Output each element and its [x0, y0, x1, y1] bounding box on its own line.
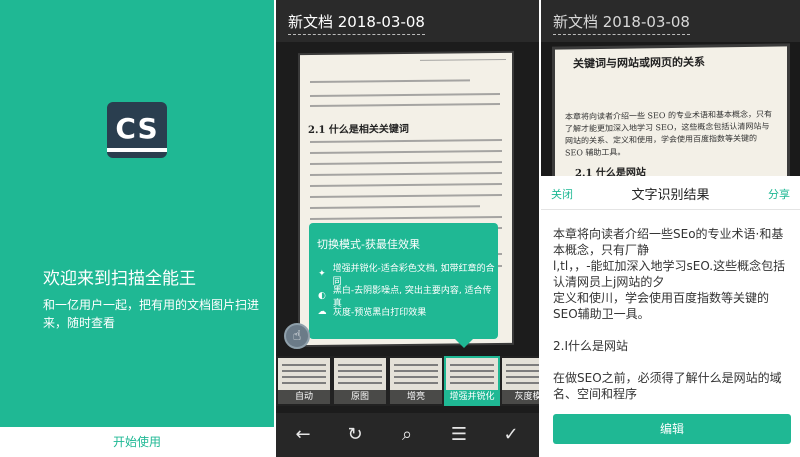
- page-rule: [420, 58, 506, 61]
- document-title[interactable]: 新文档 2018-03-08: [288, 11, 425, 35]
- edit-button[interactable]: 编辑: [553, 414, 791, 444]
- page-line: [310, 205, 480, 210]
- mode-tip-popover: 切换模式-获最佳效果 ✦ 增强并锐化-适合彩色文档, 如带红章的合同 ◐ 黑白-…: [309, 223, 498, 348]
- ocr-title: 文字识别结果: [631, 188, 710, 203]
- editor-title-bar: 新文档 2018-03-08: [276, 0, 539, 42]
- close-button[interactable]: 关闭: [551, 186, 573, 202]
- page-body: 本章将向读者介绍一些 SEO 的专业术语和基本概念，只有了解才能更加深入地学习 …: [565, 109, 772, 158]
- welcome-banner: CS 欢迎来到扫描全能王 和一亿用户一起，把有用的文档图片扫进来，随时查看: [0, 0, 274, 427]
- share-button[interactable]: 分享: [768, 186, 790, 202]
- logo-underline: [107, 148, 167, 152]
- ocr-screen: 新文档 2018-03-08 关键词与网站或网页的关系 本章将向读者介绍一些 S…: [541, 0, 800, 457]
- welcome-description: 和一亿用户一起，把有用的文档图片扫进来，随时查看: [43, 298, 260, 330]
- filter-label: 灰度模: [502, 390, 539, 404]
- tip-item-label: 灰度-预览黑白打印效果: [333, 308, 427, 318]
- page-line: [310, 171, 502, 177]
- sparkle-icon: ✦: [318, 269, 326, 279]
- page-line: [310, 93, 500, 98]
- filter-thumb-auto[interactable]: 自动: [278, 358, 330, 404]
- ocr-result-text[interactable]: 本章将向读者介绍一些SEo的专业术语·和基本概念，只有厂静 l,tl，，-能虹加…: [553, 226, 793, 402]
- cloud-icon: ☁: [317, 306, 327, 317]
- page-line: [310, 160, 502, 166]
- contrast-icon: ◐: [317, 291, 326, 301]
- scanned-page: 关键词与网站或网页的关系 本章将向读者介绍一些 SEO 的专业术语和基本概念，只…: [555, 46, 787, 180]
- page-line: [310, 103, 500, 108]
- tip-item: ☁ 灰度-预览黑白打印效果: [317, 305, 427, 319]
- welcome-headline: 欢迎来到扫描全能王: [43, 269, 196, 289]
- hand-pointer-icon: ☝: [284, 323, 310, 349]
- back-arrow-icon[interactable]: ←: [292, 424, 314, 446]
- filter-label: 增亮: [390, 390, 442, 404]
- tip-heading: 切换模式-获最佳效果: [317, 238, 420, 251]
- welcome-screen: CS 欢迎来到扫描全能王 和一亿用户一起，把有用的文档图片扫进来，随时查看 开始…: [0, 0, 274, 457]
- page-line: [310, 138, 502, 144]
- adjust-icon[interactable]: ☰: [448, 424, 470, 446]
- document-title[interactable]: 新文档 2018-03-08: [553, 11, 690, 35]
- editor-screen: 新文档 2018-03-08 2.1 什么是相关关键词 切换模式-获最佳效果 ✦…: [276, 0, 539, 457]
- start-button[interactable]: 开始使用: [0, 427, 274, 457]
- filter-label: 原图: [334, 390, 386, 404]
- rotate-icon[interactable]: ↻: [344, 424, 366, 446]
- filter-thumb-grayscale[interactable]: 灰度模: [502, 358, 539, 404]
- check-icon[interactable]: ✓: [500, 424, 522, 446]
- filter-label: 增强并锐化: [446, 390, 498, 404]
- editor-toolbar: ← ↻ ⌕ ☰ ✓: [276, 413, 539, 457]
- logo-text: CS: [115, 112, 159, 145]
- page-line: [310, 182, 502, 188]
- ocr-result-sheet: 文字识别结果 关闭 分享 本章将向读者介绍一些SEo的专业术语·和基本概念，只有…: [541, 176, 800, 457]
- filter-thumb-original[interactable]: 原图: [334, 358, 386, 404]
- app-logo: CS: [107, 102, 167, 158]
- page-heading: 关键词与网站或网页的关系: [573, 55, 705, 71]
- page-line: [310, 149, 502, 155]
- page-line: [310, 193, 502, 199]
- filter-label: 自动: [278, 390, 330, 404]
- tip-pointer: [455, 339, 473, 348]
- ocr-icon[interactable]: ⌕: [396, 424, 418, 446]
- ocr-header: 文字识别结果 关闭 分享: [541, 176, 800, 210]
- ocr-title-bar: 新文档 2018-03-08: [541, 0, 800, 42]
- page-heading: 2.1 什么是相关关键词: [308, 123, 409, 137]
- page-line: [310, 215, 502, 221]
- filter-strip: 自动 原图 增亮 增强并锐化 灰度模: [276, 356, 539, 406]
- filter-thumb-enhance-sharpen[interactable]: 增强并锐化: [444, 356, 500, 406]
- filter-thumb-brighten[interactable]: 增亮: [390, 358, 442, 404]
- screenshot-strip: CS 欢迎来到扫描全能王 和一亿用户一起，把有用的文档图片扫进来，随时查看 开始…: [0, 0, 800, 457]
- page-line: [310, 79, 470, 84]
